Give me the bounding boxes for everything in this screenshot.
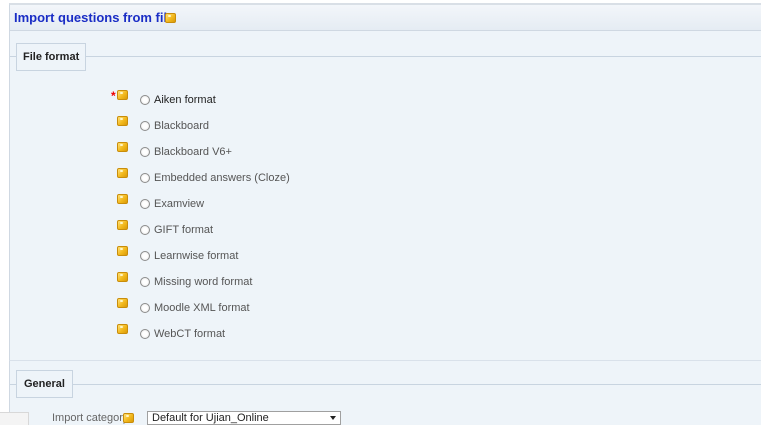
help-icon[interactable]: [117, 194, 128, 204]
help-icon[interactable]: [117, 272, 128, 282]
format-radio-blackboard-v6[interactable]: [140, 147, 150, 157]
help-icon[interactable]: [123, 413, 134, 423]
import-category-value: Default for Ujian_Online: [152, 412, 269, 424]
help-icon[interactable]: [165, 13, 176, 23]
help-icon[interactable]: [117, 220, 128, 230]
help-icon[interactable]: [117, 116, 128, 126]
format-label-examview[interactable]: Examview: [154, 198, 204, 210]
file-format-legend: File format: [16, 43, 87, 71]
chevron-down-icon[interactable]: [330, 416, 336, 420]
import-questions-page: Import questions from file File format *…: [0, 0, 761, 425]
page-header: Import questions from file: [9, 3, 761, 30]
file-format-fieldset: File format * Aiken format Blackboard Bl…: [9, 30, 761, 360]
format-label-learnwise[interactable]: Learnwise format: [154, 250, 238, 262]
general-fieldset: General Import category Default for Ujia…: [9, 360, 761, 425]
format-radio-missing-word[interactable]: [140, 277, 150, 287]
format-label-blackboard[interactable]: Blackboard: [154, 120, 209, 132]
format-label-cloze[interactable]: Embedded answers (Cloze): [154, 172, 290, 184]
help-icon[interactable]: [117, 168, 128, 178]
general-legend: General: [16, 370, 73, 398]
divider: [10, 384, 761, 385]
format-label-missing-word[interactable]: Missing word format: [154, 276, 252, 288]
format-label-moodle-xml[interactable]: Moodle XML format: [154, 302, 250, 314]
format-radio-cloze[interactable]: [140, 173, 150, 183]
import-category-select[interactable]: Default for Ujian_Online: [147, 411, 341, 425]
page-title: Import questions from file: [14, 10, 175, 25]
format-radio-moodle-xml[interactable]: [140, 303, 150, 313]
format-label-webct[interactable]: WebCT format: [154, 328, 225, 340]
format-radio-gift[interactable]: [140, 225, 150, 235]
format-label-aiken[interactable]: Aiken format: [154, 94, 216, 106]
help-icon[interactable]: [117, 142, 128, 152]
format-radio-aiken[interactable]: [140, 95, 150, 105]
format-label-gift[interactable]: GIFT format: [154, 224, 213, 236]
divider: [10, 56, 761, 57]
format-radio-blackboard[interactable]: [140, 121, 150, 131]
help-icon[interactable]: [117, 246, 128, 256]
help-icon[interactable]: [117, 324, 128, 334]
format-radio-webct[interactable]: [140, 329, 150, 339]
import-category-label: Import category: [52, 412, 129, 424]
help-icon[interactable]: [117, 90, 128, 100]
required-marker: *: [111, 89, 116, 103]
format-radio-learnwise[interactable]: [140, 251, 150, 261]
format-label-blackboard-v6[interactable]: Blackboard V6+: [154, 146, 232, 158]
side-tab[interactable]: [0, 412, 29, 425]
help-icon[interactable]: [117, 298, 128, 308]
format-radio-examview[interactable]: [140, 199, 150, 209]
